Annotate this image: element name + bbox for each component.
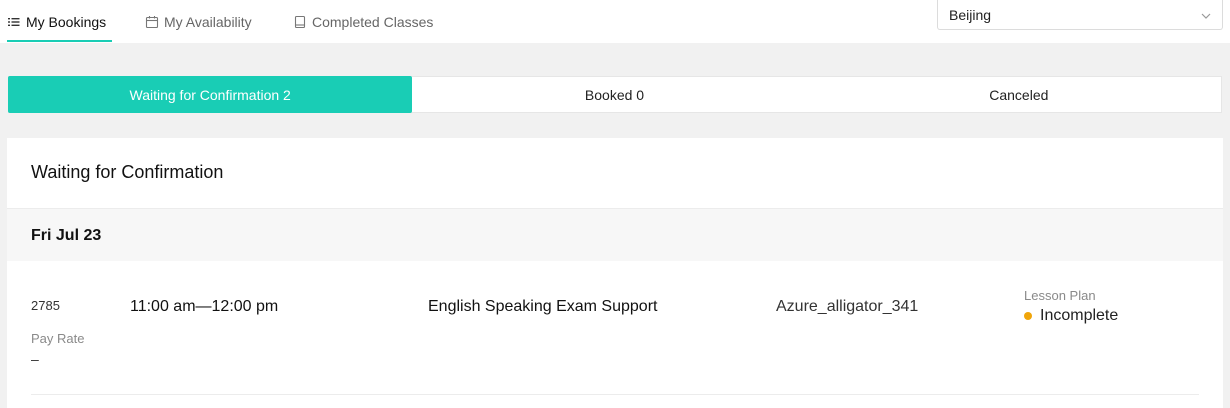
lesson-plan-status-text: Incomplete [1040,307,1119,324]
book-icon [293,15,307,29]
city-select-value: Beijing [949,6,992,23]
city-select[interactable]: Beijing [937,0,1223,30]
date-group-header: Fri Jul 23 [7,208,1223,261]
bookings-card: Waiting for Confirmation Fri Jul 23 2785… [7,138,1223,408]
booking-id: 2785 [31,298,60,313]
segment-booked[interactable]: Booked 0 [412,77,816,112]
lesson-plan-label: Lesson Plan [1024,288,1096,303]
top-navigation-bar: My Bookings My Availability Completed Cl… [0,0,1230,43]
segment-canceled[interactable]: Canceled [817,77,1221,112]
section-title: Waiting for Confirmation [31,162,224,182]
tab-my-availability[interactable]: My Availability [145,0,265,43]
tab-label: Completed Classes [312,13,434,30]
course-name[interactable]: English Speaking Exam Support [428,298,657,316]
booking-row[interactable]: 2785 Pay Rate – 11:00 am—12:00 pm Englis… [7,261,1223,395]
list-icon [7,15,21,29]
date-label: Fri Jul 23 [31,227,102,244]
tab-label: My Bookings [26,13,107,30]
pay-rate-label: Pay Rate [31,331,85,346]
lesson-plan-status[interactable]: Incomplete [1024,307,1118,325]
calendar-icon [145,15,159,29]
student-name[interactable]: Azure_alligator_341 [776,298,918,316]
segment-waiting-for-confirmation[interactable]: Waiting for Confirmation 2 [8,76,413,113]
row-divider [31,394,1199,395]
status-dot-icon [1024,312,1032,320]
booking-time: 11:00 am—12:00 pm [130,298,279,315]
tab-completed-classes[interactable]: Completed Classes [293,0,443,43]
tab-label: My Availability [164,13,252,30]
tab-my-bookings[interactable]: My Bookings [7,0,112,43]
booking-status-filter: Waiting for Confirmation 2 Booked 0 Canc… [8,76,1222,113]
pay-rate-value: – [31,351,39,367]
chevron-down-icon [1200,9,1212,21]
